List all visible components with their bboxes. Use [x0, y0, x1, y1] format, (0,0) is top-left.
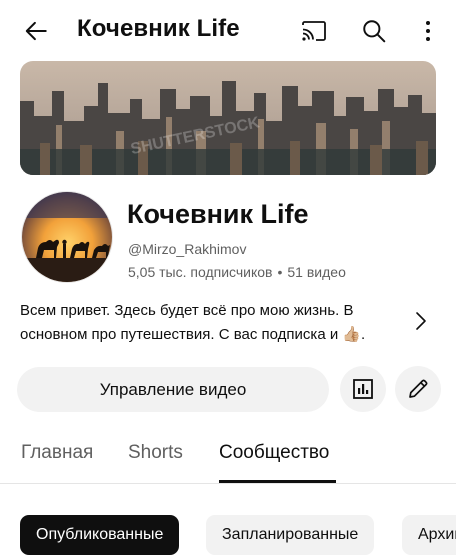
post-filter-chips: Опубликованные Запланированные Архив — [0, 515, 456, 555]
edit-pencil-icon — [409, 379, 428, 398]
cast-button[interactable] — [294, 11, 334, 51]
stats-separator: • — [277, 264, 283, 280]
chevron-right-icon — [416, 312, 426, 330]
search-button[interactable] — [354, 11, 394, 51]
active-tab-indicator — [219, 480, 336, 483]
channel-tabs: Главная Shorts Сообщество — [0, 424, 456, 484]
back-arrow-icon — [25, 21, 47, 41]
analytics-button[interactable] — [340, 366, 386, 412]
chip-scheduled[interactable]: Запланированные — [206, 515, 375, 555]
page-title: Кочевник Life — [77, 15, 240, 42]
channel-stats: 5,05 тыс. подписчиков • 51 видео — [128, 264, 346, 280]
tab-shorts[interactable]: Shorts — [128, 442, 183, 464]
more-vertical-icon — [426, 21, 430, 41]
channel-description[interactable]: Всем привет. Здесь будет всё про мою жиз… — [20, 299, 400, 347]
channel-banner: SHUTTERSTOCK — [20, 61, 436, 175]
banner-image: SHUTTERSTOCK — [20, 61, 436, 175]
tab-main[interactable]: Главная — [21, 442, 93, 464]
edit-channel-button[interactable] — [395, 366, 441, 412]
chip-published[interactable]: Опубликованные — [20, 515, 180, 555]
video-count: 51 видео — [287, 264, 346, 280]
analytics-icon — [353, 379, 373, 399]
camels-sunset-avatar — [22, 192, 112, 282]
top-app-bar: Кочевник Life — [0, 0, 456, 62]
more-options-button[interactable] — [412, 11, 444, 51]
channel-handle: @Mirzo_Rakhimov — [128, 241, 247, 257]
channel-avatar[interactable] — [21, 191, 113, 283]
tab-community[interactable]: Сообщество — [219, 442, 329, 464]
description-expand-button[interactable] — [406, 303, 436, 339]
back-button[interactable] — [14, 11, 58, 51]
manage-videos-button[interactable]: Управление видео — [17, 367, 329, 412]
subscriber-count: 5,05 тыс. подписчиков — [128, 264, 273, 280]
channel-name: Кочевник Life — [127, 199, 309, 229]
cast-icon — [302, 21, 326, 41]
chip-archive[interactable]: Архив — [402, 515, 456, 555]
search-icon — [363, 20, 386, 43]
